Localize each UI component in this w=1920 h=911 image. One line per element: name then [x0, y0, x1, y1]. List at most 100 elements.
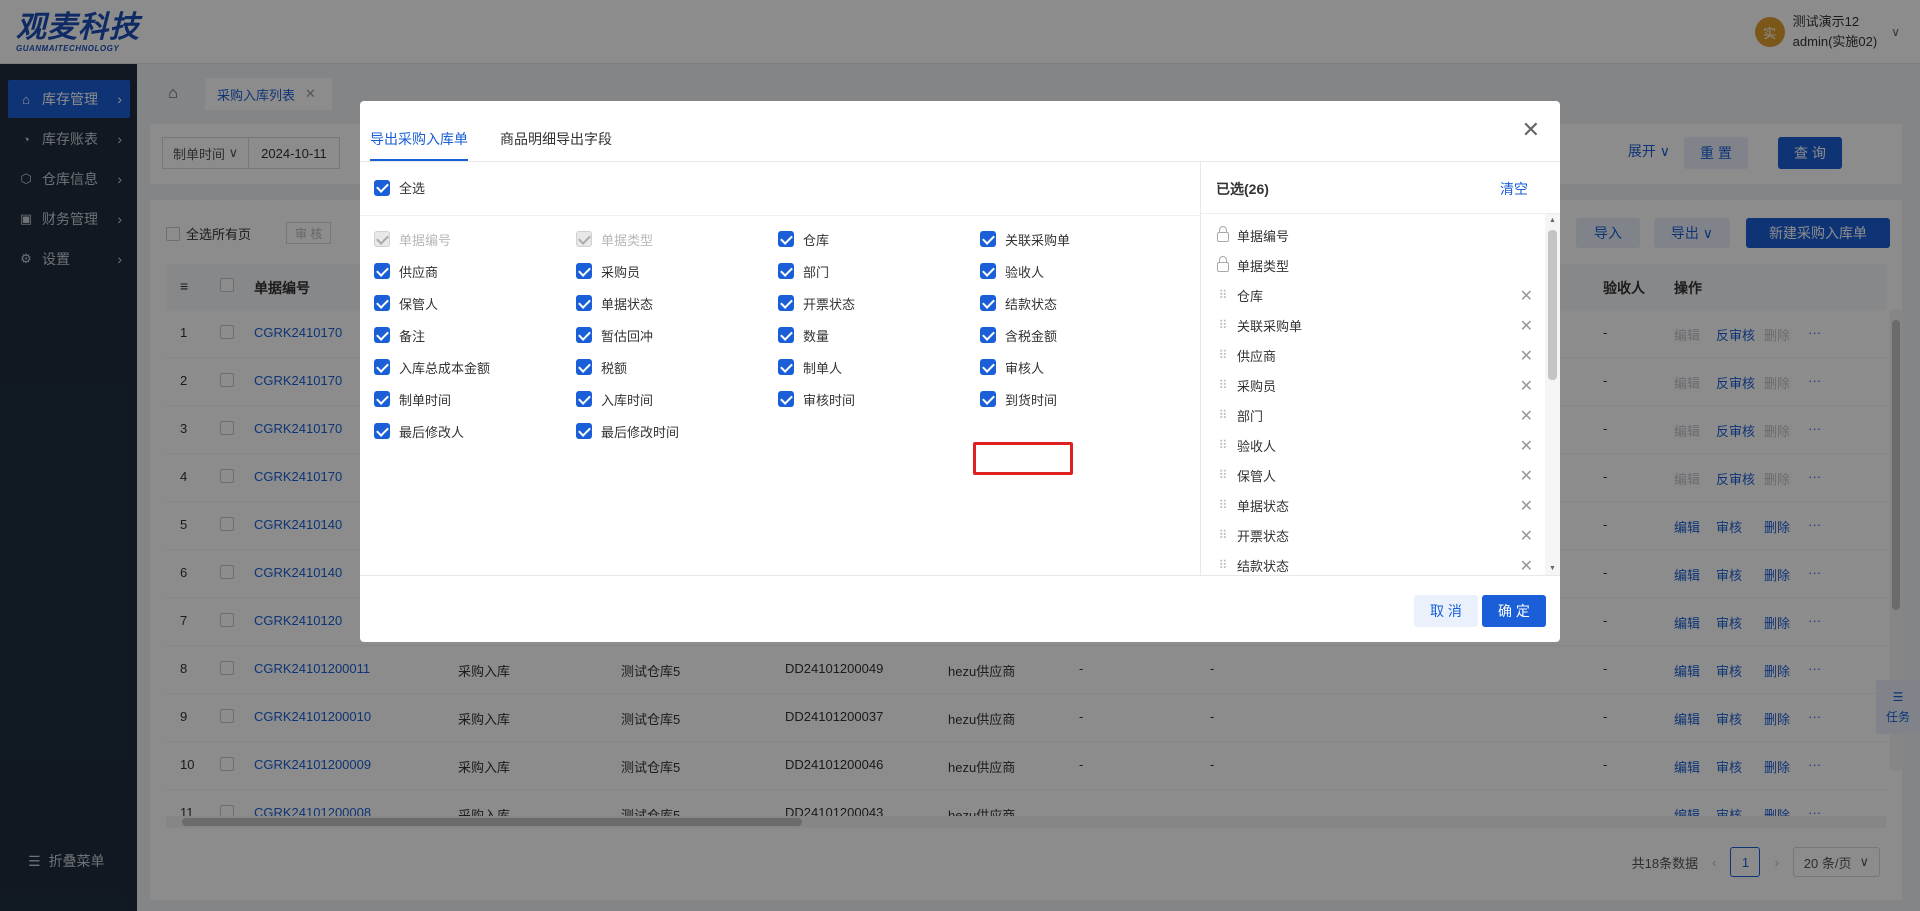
checkbox-checked — [980, 391, 996, 407]
lock-icon — [1217, 226, 1229, 242]
drag-handle-icon[interactable]: ⠿ — [1217, 528, 1229, 542]
selected-field-item[interactable]: ⠿ 开票状态 ✕ — [1217, 520, 1533, 550]
field-label: 含税金额 — [1005, 328, 1058, 344]
selected-field-label: 供应商 — [1237, 348, 1277, 364]
checkbox-checked — [374, 295, 390, 311]
checkbox-checked — [576, 327, 592, 343]
field-checkbox[interactable]: 开票状态 — [778, 292, 855, 314]
confirm-button[interactable]: 确 定 — [1482, 595, 1546, 627]
field-label: 单据编号 — [399, 232, 452, 248]
remove-icon[interactable]: ✕ — [1520, 466, 1533, 486]
field-checkbox[interactable]: 入库时间 — [576, 388, 653, 410]
clear-selected-button[interactable]: 清空 — [1500, 179, 1528, 199]
field-checkbox[interactable]: 最后修改时间 — [576, 420, 679, 442]
field-checkbox[interactable]: 备注 — [374, 324, 425, 346]
field-label: 关联采购单 — [1005, 232, 1071, 248]
checkbox-checked — [778, 263, 794, 279]
selected-field-item[interactable]: ⠿ 结款状态 ✕ — [1217, 550, 1533, 575]
drag-handle-icon[interactable]: ⠿ — [1217, 558, 1229, 572]
drag-handle-icon[interactable]: ⠿ — [1217, 378, 1229, 392]
field-label: 最后修改时间 — [601, 424, 680, 440]
remove-icon[interactable]: ✕ — [1520, 436, 1533, 456]
selected-field-item[interactable]: ⠿ 仓库 ✕ — [1217, 280, 1533, 310]
cancel-button[interactable]: 取 消 — [1414, 595, 1478, 627]
selected-fields-panel: 已选(26) 清空 单据编号 单据类型 ⠿ 仓库 ✕ ⠿ 关联采购单 ✕ ⠿ 供应商 ✕ ⠿ 采购员 ✕ ⠿… — [1200, 162, 1560, 575]
field-label: 仓库 — [803, 232, 830, 248]
field-checkbox[interactable]: 审核时间 — [778, 388, 855, 410]
selected-field-item[interactable]: ⠿ 验收人 ✕ — [1217, 430, 1533, 460]
field-label: 审核人 — [1005, 360, 1045, 376]
selected-field-label: 开票状态 — [1237, 528, 1290, 544]
drag-handle-icon[interactable]: ⠿ — [1217, 498, 1229, 512]
field-checkbox[interactable]: 部门 — [778, 260, 829, 282]
field-label: 到货时间 — [1005, 392, 1058, 408]
selected-field-item[interactable]: ⠿ 供应商 ✕ — [1217, 340, 1533, 370]
field-checkbox[interactable]: 采购员 — [576, 260, 640, 282]
checkbox-checked — [778, 327, 794, 343]
selected-field-item[interactable]: ⠿ 关联采购单 ✕ — [1217, 310, 1533, 340]
field-checkbox[interactable]: 含税金额 — [980, 324, 1057, 346]
selected-field-label: 采购员 — [1237, 378, 1277, 394]
field-checkbox[interactable]: 结款状态 — [980, 292, 1057, 314]
field-checkbox[interactable]: 暂估回冲 — [576, 324, 653, 346]
field-checkbox[interactable]: 关联采购单 — [980, 228, 1070, 250]
drag-handle-icon[interactable]: ⠿ — [1217, 408, 1229, 422]
remove-icon[interactable]: ✕ — [1520, 286, 1533, 306]
field-checkbox[interactable]: 到货时间 — [980, 388, 1057, 410]
selected-field-label: 部门 — [1237, 408, 1264, 424]
remove-icon[interactable]: ✕ — [1520, 526, 1533, 546]
field-checkbox[interactable]: 验收人 — [980, 260, 1044, 282]
field-label: 入库总成本金额 — [399, 360, 491, 376]
field-checkbox[interactable]: 保管人 — [374, 292, 438, 314]
tab-product-detail-fields[interactable]: 商品明细导出字段 — [500, 129, 612, 159]
drag-handle-icon[interactable]: ⠿ — [1217, 288, 1229, 302]
field-checkbox[interactable]: 最后修改人 — [374, 420, 464, 442]
selected-list-scrollbar[interactable]: ▲ ▼ — [1545, 214, 1560, 575]
drag-handle-icon[interactable]: ⠿ — [1217, 348, 1229, 362]
field-options-panel: 全选 单据编号 单据类型 仓库 关联采购单 供应商 采购员 部门 验收人 保管人 单据状态 开票状态… — [360, 162, 1200, 575]
select-all-label: 全选 — [399, 181, 426, 196]
checkbox-checked — [778, 231, 794, 247]
selected-field-item[interactable]: ⠿ 采购员 ✕ — [1217, 370, 1533, 400]
remove-icon[interactable]: ✕ — [1520, 316, 1533, 336]
remove-icon[interactable]: ✕ — [1520, 496, 1533, 516]
remove-icon[interactable]: ✕ — [1520, 406, 1533, 426]
select-all-checkbox[interactable]: 全选 — [374, 178, 425, 197]
field-label: 暂估回冲 — [601, 328, 654, 344]
remove-icon[interactable]: ✕ — [1520, 346, 1533, 366]
selected-field-item[interactable]: ⠿ 部门 ✕ — [1217, 400, 1533, 430]
field-checkbox[interactable]: 单据状态 — [576, 292, 653, 314]
selected-field-label: 验收人 — [1237, 438, 1277, 454]
drag-handle-icon[interactable]: ⠿ — [1217, 318, 1229, 332]
remove-icon[interactable]: ✕ — [1520, 376, 1533, 396]
scroll-up-icon[interactable]: ▲ — [1549, 217, 1556, 224]
field-label: 制单时间 — [399, 392, 452, 408]
selected-field-item: 单据类型 — [1217, 250, 1533, 280]
selected-field-label: 单据类型 — [1237, 258, 1290, 274]
drag-handle-icon[interactable]: ⠿ — [1217, 438, 1229, 452]
field-label: 验收人 — [1005, 264, 1045, 280]
field-checkbox[interactable]: 税额 — [576, 356, 627, 378]
highlight-box — [973, 442, 1073, 475]
field-checkbox[interactable]: 供应商 — [374, 260, 438, 282]
field-label: 开票状态 — [803, 296, 856, 312]
tab-export-inbound[interactable]: 导出采购入库单 — [370, 129, 468, 161]
field-checkbox[interactable]: 审核人 — [980, 356, 1044, 378]
checkbox-checked — [980, 327, 996, 343]
field-checkbox[interactable]: 数量 — [778, 324, 829, 346]
selected-field-item[interactable]: ⠿ 单据状态 ✕ — [1217, 490, 1533, 520]
field-checkbox[interactable]: 制单人 — [778, 356, 842, 378]
field-checkbox[interactable]: 入库总成本金额 — [374, 356, 490, 378]
close-icon[interactable]: ✕ — [1522, 117, 1540, 143]
remove-icon[interactable]: ✕ — [1520, 556, 1533, 575]
drag-handle-icon[interactable]: ⠿ — [1217, 468, 1229, 482]
selected-field-label: 关联采购单 — [1237, 318, 1303, 334]
checkbox-checked — [576, 359, 592, 375]
checkbox-checked — [980, 263, 996, 279]
selected-field-item[interactable]: ⠿ 保管人 ✕ — [1217, 460, 1533, 490]
field-checkbox[interactable]: 制单时间 — [374, 388, 451, 410]
field-checkbox[interactable]: 仓库 — [778, 228, 829, 250]
scroll-down-icon[interactable]: ▼ — [1549, 565, 1556, 572]
checkbox-checked — [778, 391, 794, 407]
scrollbar-thumb[interactable] — [1548, 230, 1557, 380]
